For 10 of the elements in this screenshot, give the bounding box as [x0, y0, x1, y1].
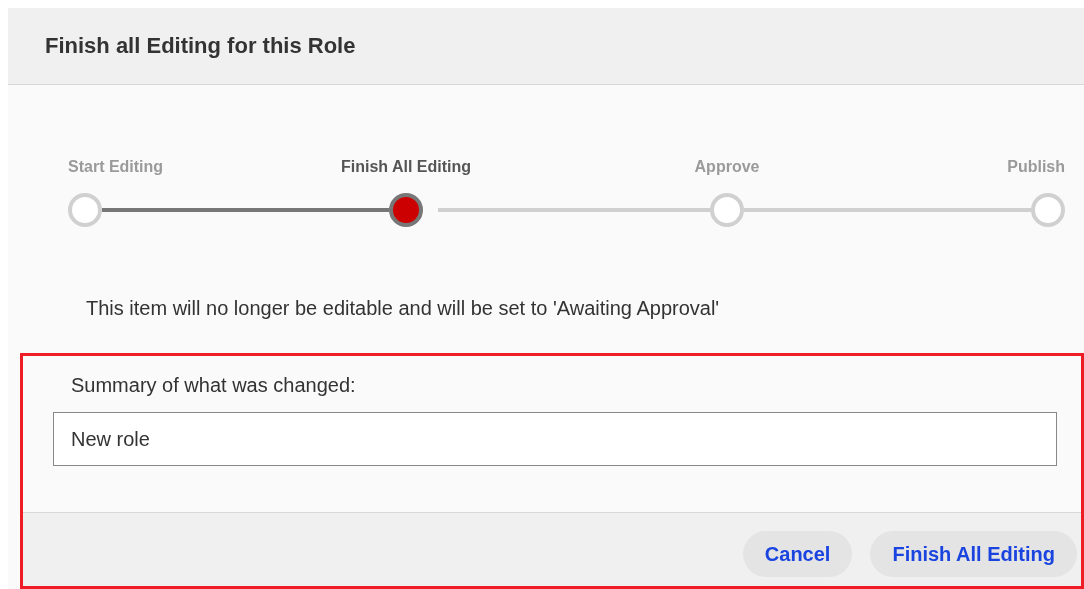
step-label: Start Editing — [68, 157, 164, 177]
dialog-button[interactable]: Cancel — [742, 531, 853, 577]
step-label: Approve — [694, 157, 760, 177]
field-label: Summary of what was changed: — [71, 373, 357, 398]
dialog-button[interactable]: Finish All Editing — [870, 531, 1077, 577]
dialog-title: Finish all Editing for this Role — [45, 32, 356, 60]
message-text: This item will no longer be editable and will be set to 'Awaiting Approval' — [86, 296, 721, 321]
summary-field[interactable]: New role — [53, 412, 1057, 466]
step-label: Publish — [1007, 157, 1065, 177]
step-label: Finish All Editing — [340, 157, 472, 177]
